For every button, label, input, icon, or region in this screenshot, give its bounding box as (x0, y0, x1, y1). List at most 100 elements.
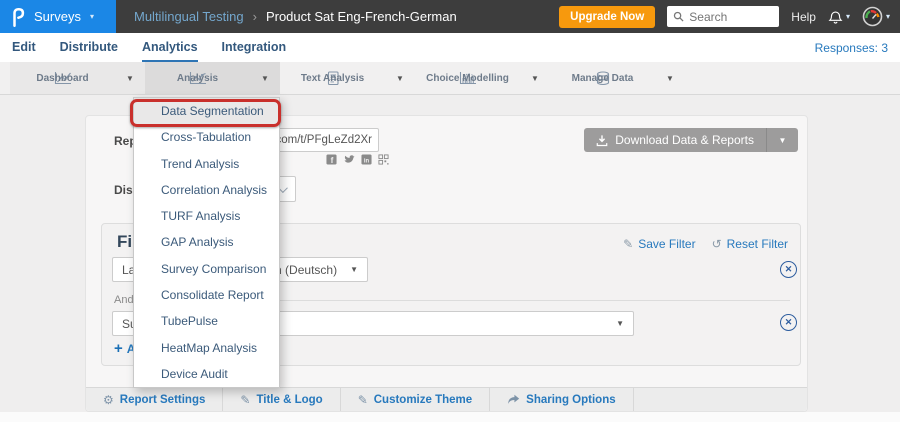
toolbar-label: Text Analysis (301, 73, 364, 84)
text-analysis-button[interactable]: Text Analysis (280, 62, 385, 94)
menu-item-device-audit[interactable]: Device Audit (134, 361, 279, 387)
toolbar-label: Analysis (177, 73, 218, 84)
pencil-icon: ✎ (240, 393, 250, 407)
search-icon (673, 11, 684, 22)
toolbar-group-text-analysis: Text Analysis ▼ (280, 62, 415, 94)
survey-title: Product Sat Eng-French-German (266, 9, 457, 24)
notifications-menu[interactable]: ▾ (828, 9, 850, 25)
global-search[interactable] (667, 6, 779, 27)
tab-report-settings[interactable]: ⚙ Report Settings (86, 388, 223, 411)
download-data-reports-button[interactable]: Download Data & Reports (584, 128, 766, 152)
download-icon (596, 134, 608, 147)
choice-modelling-button[interactable]: Choice Modelling (415, 62, 520, 94)
menu-item-data-segmentation[interactable]: Data Segmentation (134, 98, 279, 124)
tab-label: Report Settings (120, 394, 206, 406)
reset-filter-label: Reset Filter (727, 237, 788, 251)
menu-item-heatmap-analysis[interactable]: HeatMap Analysis (134, 334, 279, 360)
chevron-down-icon: ▾ (846, 12, 850, 21)
toolbar-group-manage-data: Manage Data ▼ (550, 62, 685, 94)
download-split-button: Download Data & Reports ▼ (584, 128, 798, 152)
tab-label: Title & Logo (256, 394, 322, 406)
save-filter-label: Save Filter (638, 237, 695, 251)
menu-item-gap-analysis[interactable]: GAP Analysis (134, 229, 279, 255)
download-label: Download Data & Reports (615, 133, 754, 147)
nav-item-analytics[interactable]: Analytics (142, 33, 198, 62)
responses-count-link[interactable]: Responses: 3 (815, 33, 888, 62)
menu-item-turf-analysis[interactable]: TURF Analysis (134, 203, 279, 229)
user-avatar-icon (862, 6, 883, 27)
toolbar-group-analysis: Analysis ▼ (145, 62, 280, 94)
analysis-button[interactable]: Analysis (145, 62, 250, 94)
menu-item-cross-tabulation[interactable]: Cross-Tabulation (134, 124, 279, 150)
menu-item-correlation-analysis[interactable]: Correlation Analysis (134, 177, 279, 203)
toolbar-group-choice-modelling: Choice Modelling ▼ (415, 62, 550, 94)
reset-filter-button[interactable]: ↺ Reset Filter (712, 237, 788, 251)
tab-title-logo[interactable]: ✎ Title & Logo (223, 388, 340, 411)
svg-text:in: in (364, 158, 370, 164)
toolbar-group-dashboard: Dashboard ▼ (10, 62, 145, 94)
plus-icon: + (114, 341, 123, 356)
analysis-dropdown-caret[interactable]: ▼ (250, 62, 280, 94)
choice-modelling-dropdown-caret[interactable]: ▼ (520, 62, 550, 94)
pencil-icon: ✎ (623, 237, 633, 251)
upgrade-now-button[interactable]: Upgrade Now (559, 6, 655, 28)
and-label: And (114, 294, 134, 306)
tab-label: Customize Theme (374, 394, 472, 406)
dashboard-button[interactable]: Dashboard (10, 62, 115, 94)
remove-condition-button[interactable]: ✕ (780, 314, 797, 331)
nav-item-edit[interactable]: Edit (12, 33, 36, 62)
search-input[interactable] (689, 10, 769, 24)
page-bottom-strip (0, 412, 900, 422)
analysis-dropdown-menu: Data Segmentation Cross-Tabulation Trend… (133, 97, 280, 388)
breadcrumb-separator-icon: › (253, 9, 257, 24)
facebook-icon[interactable]: f (326, 154, 337, 165)
text-analysis-dropdown-caret[interactable]: ▼ (385, 62, 415, 94)
app-screen: Surveys ▾ Multilingual Testing › Product… (0, 0, 900, 422)
account-menu[interactable]: ▾ (862, 6, 890, 27)
product-label: Surveys (34, 9, 81, 24)
chevron-down-icon: ▾ (90, 12, 94, 21)
caret-down-icon: ▼ (616, 319, 624, 328)
nav-item-integration[interactable]: Integration (222, 33, 287, 62)
menu-item-survey-comparison[interactable]: Survey Comparison (134, 256, 279, 282)
save-filter-button[interactable]: ✎ Save Filter (623, 237, 695, 251)
remove-condition-button[interactable]: ✕ (780, 261, 797, 278)
pencil-icon: ✎ (358, 393, 368, 407)
top-header: Surveys ▾ Multilingual Testing › Product… (0, 0, 900, 33)
toolbar-label: Manage Data (572, 73, 634, 84)
caret-down-icon: ▼ (350, 265, 358, 274)
tab-sharing-options[interactable]: Sharing Options (490, 388, 633, 411)
tab-label: Sharing Options (526, 394, 615, 406)
surveys-menu[interactable]: Surveys ▾ (0, 0, 116, 33)
menu-item-trend-analysis[interactable]: Trend Analysis (134, 151, 279, 177)
svg-text:f: f (331, 156, 334, 165)
gears-icon: ⚙ (103, 393, 114, 407)
toolbar-label: Dashboard (36, 73, 88, 84)
questionpro-logo-icon (11, 7, 25, 27)
qr-code-icon[interactable] (378, 154, 389, 165)
report-footer-tabs: ⚙ Report Settings ✎ Title & Logo ✎ Custo… (86, 387, 807, 411)
download-options-caret[interactable]: ▼ (766, 128, 798, 152)
share-arrow-icon (507, 394, 520, 405)
menu-item-consolidate-report[interactable]: Consolidate Report (134, 282, 279, 308)
tab-customize-theme[interactable]: ✎ Customize Theme (341, 388, 490, 411)
manage-data-button[interactable]: Manage Data (550, 62, 655, 94)
linkedin-icon[interactable]: in (361, 154, 372, 165)
bell-icon (828, 9, 843, 25)
nav-item-distribute[interactable]: Distribute (60, 33, 118, 62)
toolbar-label: Choice Modelling (426, 73, 509, 84)
help-link[interactable]: Help (791, 10, 816, 24)
header-actions: Upgrade Now Help ▾ (559, 6, 900, 28)
undo-icon: ↺ (712, 237, 722, 251)
chevron-down-icon: ▾ (886, 12, 890, 21)
twitter-icon[interactable] (343, 154, 355, 165)
social-share-row: f in (326, 154, 389, 165)
analytics-toolbar: Dashboard ▼ Analysis ▼ Text Analy (0, 62, 900, 95)
filter-actions: ✎ Save Filter ↺ Reset Filter (623, 237, 788, 251)
menu-item-tubepulse[interactable]: TubePulse (134, 308, 279, 334)
dashboard-dropdown-caret[interactable]: ▼ (115, 62, 145, 94)
manage-data-dropdown-caret[interactable]: ▼ (655, 62, 685, 94)
breadcrumb: Multilingual Testing › Product Sat Eng-F… (134, 9, 457, 24)
breadcrumb-folder[interactable]: Multilingual Testing (134, 9, 244, 24)
survey-nav: Edit Distribute Analytics Integration Re… (0, 33, 900, 62)
